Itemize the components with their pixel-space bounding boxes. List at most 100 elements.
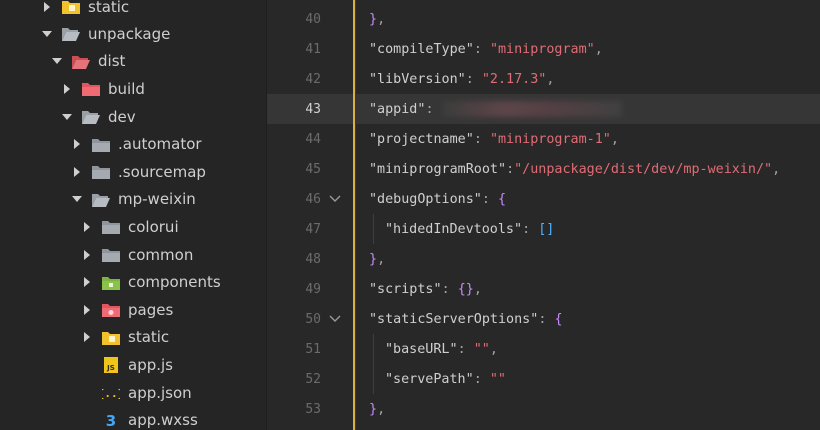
folder-icon bbox=[92, 136, 110, 152]
tree-item-label: .automator bbox=[118, 135, 202, 154]
tree-item-static-root[interactable]: static bbox=[0, 0, 266, 21]
tree-item-label: mp-weixin bbox=[118, 190, 196, 209]
code-line[interactable]: 50 "staticServerOptions": { bbox=[267, 304, 820, 334]
tree-item-automator[interactable]: .automator bbox=[0, 130, 266, 158]
code-line[interactable]: 42 "libVersion": "2.17.3", bbox=[267, 64, 820, 94]
folder-icon bbox=[102, 219, 120, 235]
tree-item-label: colorui bbox=[128, 217, 179, 236]
json-file-icon: {..} bbox=[102, 385, 120, 401]
chevron-right-icon[interactable] bbox=[80, 248, 94, 262]
tree-item-dev[interactable]: dev bbox=[0, 103, 266, 131]
tree-item-mp-weixin[interactable]: mp-weixin bbox=[0, 186, 266, 214]
code-line[interactable]: 46 "debugOptions": { bbox=[267, 184, 820, 214]
fold-chevron-down-icon[interactable] bbox=[328, 192, 342, 206]
tree-item-label: dev bbox=[108, 107, 136, 126]
code-text: "hidedInDevtools": [] bbox=[385, 221, 555, 237]
tree-item-build[interactable]: build bbox=[0, 75, 266, 103]
code-text: }, bbox=[369, 11, 386, 27]
folder-yellow-icon bbox=[102, 329, 120, 345]
code-text: "staticServerOptions": { bbox=[369, 311, 563, 327]
code-line[interactable]: 49 "scripts": {}, bbox=[267, 274, 820, 304]
code-text: "appid": bbox=[369, 101, 622, 117]
chevron-right-icon[interactable] bbox=[80, 303, 94, 317]
line-number: 53 bbox=[305, 401, 321, 417]
js-file-icon: JS bbox=[102, 356, 120, 373]
chevron-right-icon[interactable] bbox=[80, 220, 94, 234]
tree-item-unpackage[interactable]: unpackage bbox=[0, 20, 266, 48]
tree-item-sourcemap[interactable]: .sourcemap bbox=[0, 158, 266, 186]
tree-item-common[interactable]: common bbox=[0, 241, 266, 269]
code-line[interactable]: 45 "miniprogramRoot":"/unpackage/dist/de… bbox=[267, 154, 820, 184]
code-line[interactable]: 51 "baseURL": "", bbox=[267, 334, 820, 364]
code-line[interactable]: 53 }, bbox=[267, 394, 820, 424]
line-number: 44 bbox=[305, 131, 321, 147]
line-number: 52 bbox=[305, 371, 321, 387]
line-number-current: 43 bbox=[305, 101, 321, 117]
svg-text:3: 3 bbox=[106, 412, 116, 428]
tree-item-components[interactable]: components bbox=[0, 268, 266, 296]
tree-item-label: static bbox=[88, 0, 130, 16]
line-number: 40 bbox=[305, 11, 321, 27]
tree-item-app-json[interactable]: {..} app.json bbox=[0, 379, 266, 407]
code-line[interactable]: 47 "hidedInDevtools": [] bbox=[267, 214, 820, 244]
chevron-down-icon[interactable] bbox=[70, 192, 84, 206]
chevron-right-icon[interactable] bbox=[70, 165, 84, 179]
chevron-right-icon[interactable] bbox=[40, 0, 54, 14]
chevron-down-icon[interactable] bbox=[50, 54, 64, 68]
code-text: }, bbox=[369, 401, 386, 417]
line-number: 45 bbox=[305, 161, 321, 177]
folder-red-icon bbox=[102, 302, 120, 318]
chevron-right-icon[interactable] bbox=[70, 137, 84, 151]
chevron-right-icon[interactable] bbox=[60, 82, 74, 96]
code-line[interactable]: 52 "servePath": "" bbox=[267, 364, 820, 394]
code-text: "debugOptions": { bbox=[369, 191, 507, 207]
chevron-right-icon[interactable] bbox=[80, 330, 94, 344]
code-line-active[interactable]: 43 "appid": bbox=[267, 94, 820, 124]
editor-edge-accent bbox=[353, 0, 355, 430]
tree-item-label: app.json bbox=[128, 383, 192, 402]
chevron-down-icon[interactable] bbox=[40, 27, 54, 41]
line-number: 49 bbox=[305, 281, 321, 297]
code-text: "baseURL": "", bbox=[385, 341, 498, 357]
code-text: "projectname": "miniprogram-1", bbox=[369, 131, 619, 147]
line-number: 41 bbox=[305, 41, 321, 57]
code-line[interactable]: 48 }, bbox=[267, 244, 820, 274]
tree-item-app-js[interactable]: JS app.js bbox=[0, 351, 266, 379]
chevron-down-icon[interactable] bbox=[60, 110, 74, 124]
folder-red-open-icon bbox=[72, 53, 90, 69]
indent-guide bbox=[373, 214, 374, 244]
css-file-icon: 3 bbox=[102, 412, 120, 428]
svg-text:{..}: {..} bbox=[102, 387, 120, 400]
folder-icon bbox=[92, 164, 110, 180]
code-editor[interactable]: 40 }, 41 "compileType": "miniprogram", 4… bbox=[267, 0, 820, 430]
code-line[interactable]: 44 "projectname": "miniprogram-1", bbox=[267, 124, 820, 154]
chevron-right-icon[interactable] bbox=[80, 275, 94, 289]
fold-chevron-down-icon[interactable] bbox=[328, 312, 342, 326]
folder-green-icon bbox=[102, 274, 120, 290]
tree-item-label: common bbox=[128, 245, 194, 264]
redacted-value bbox=[441, 101, 622, 117]
tree-item-label: .sourcemap bbox=[118, 162, 206, 181]
tree-item-label: components bbox=[128, 273, 221, 292]
code-text: }, bbox=[369, 251, 386, 267]
tree-item-label: app.wxss bbox=[128, 411, 198, 430]
indent-guide bbox=[373, 334, 374, 364]
tree-item-label: static bbox=[128, 328, 170, 347]
tree-item-app-wxss[interactable]: 3 app.wxss bbox=[0, 406, 266, 430]
tree-item-label: build bbox=[108, 79, 145, 98]
tree-item-pages[interactable]: pages bbox=[0, 296, 266, 324]
code-line[interactable]: 40 }, bbox=[267, 4, 820, 34]
line-number: 42 bbox=[305, 71, 321, 87]
code-line[interactable]: 41 "compileType": "miniprogram", bbox=[267, 34, 820, 64]
folder-open-icon bbox=[62, 26, 80, 42]
tree-item-colorui[interactable]: colorui bbox=[0, 213, 266, 241]
tree-item-label: unpackage bbox=[88, 24, 171, 43]
tree-item-static[interactable]: static bbox=[0, 324, 266, 352]
line-number: 51 bbox=[305, 341, 321, 357]
tree-item-label: dist bbox=[98, 52, 126, 71]
file-explorer: static unpackage dist build dev .automat… bbox=[0, 0, 267, 430]
code-text: "servePath": "" bbox=[385, 371, 506, 387]
tree-item-dist[interactable]: dist bbox=[0, 48, 266, 76]
code-text: "compileType": "miniprogram", bbox=[369, 41, 603, 57]
indent-guide bbox=[373, 364, 374, 394]
